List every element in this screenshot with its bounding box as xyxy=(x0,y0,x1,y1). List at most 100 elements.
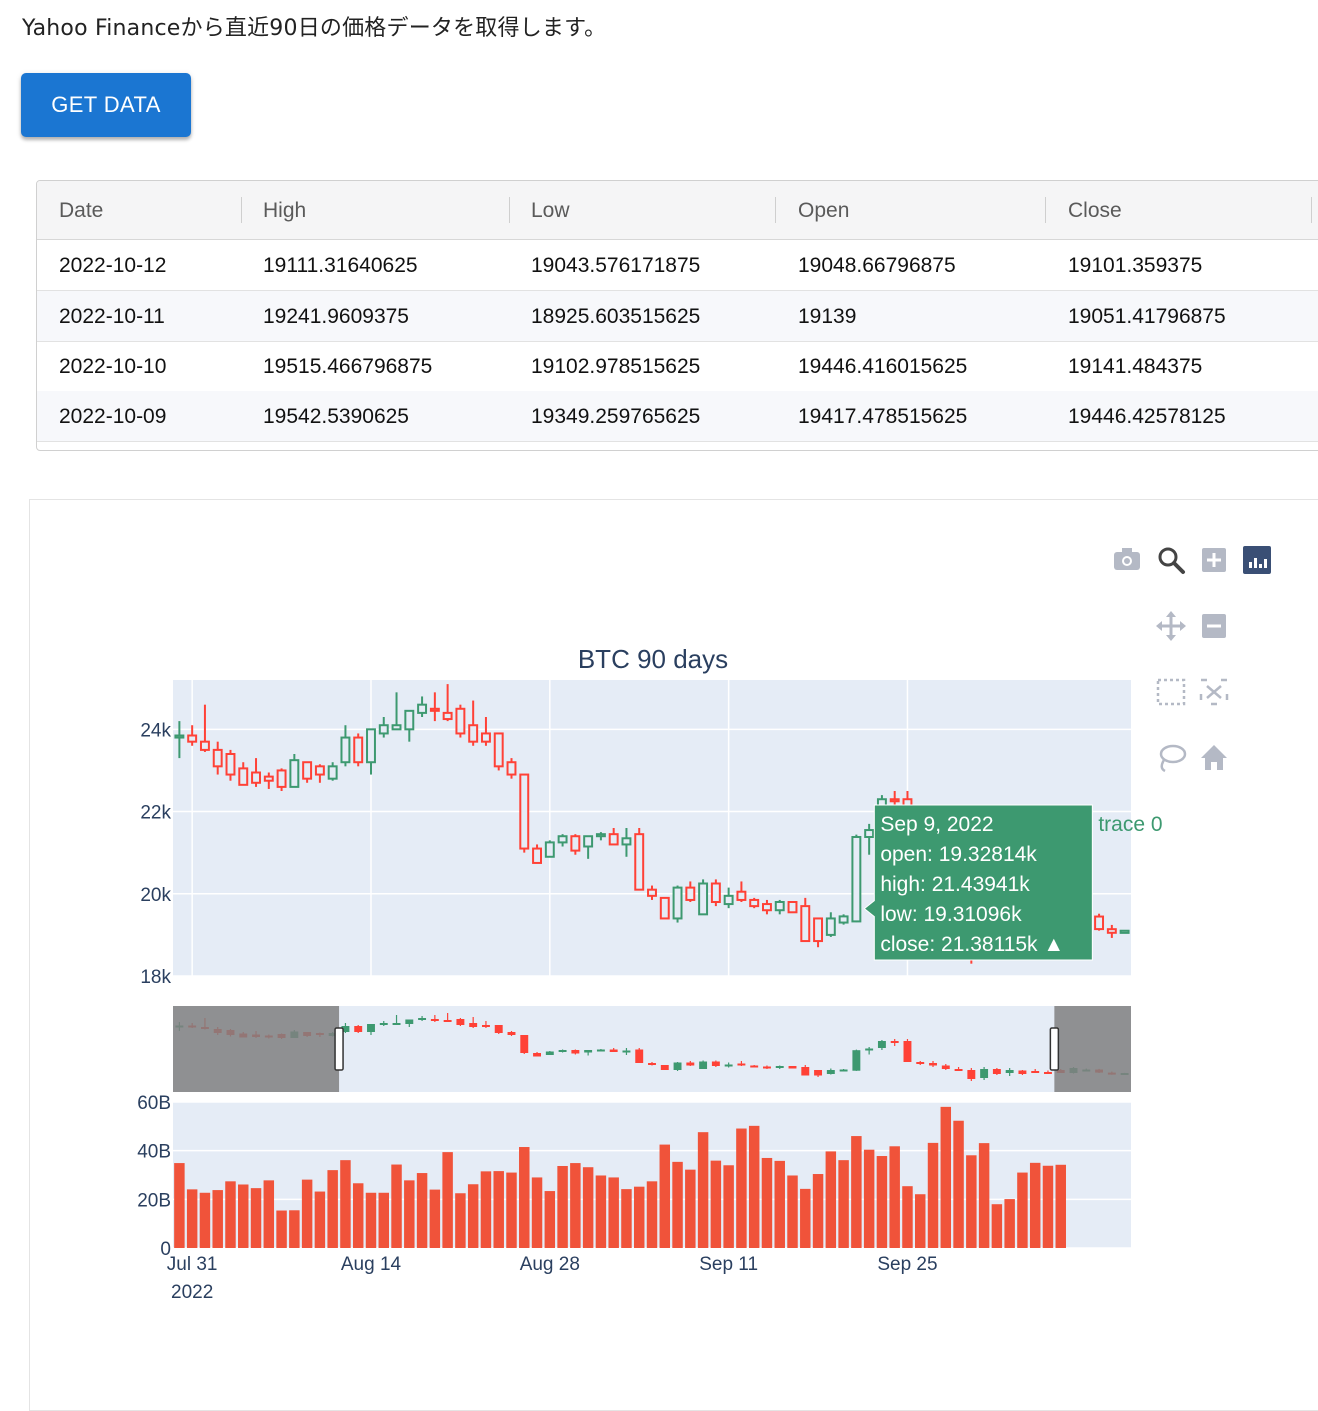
volume-bar[interactable] xyxy=(570,1163,581,1248)
volume-bar[interactable] xyxy=(327,1170,338,1248)
column-separator[interactable] xyxy=(241,197,242,223)
volume-bar[interactable] xyxy=(212,1190,223,1248)
volume-bar[interactable] xyxy=(774,1160,785,1248)
volume-bar[interactable] xyxy=(787,1175,798,1248)
table-row[interactable]: 2022-10-10 19515.466796875 19102.9785156… xyxy=(37,341,1318,392)
volume-bar[interactable] xyxy=(289,1210,300,1248)
table-row[interactable]: 2022-10-09 19542.5390625 19349.259765625… xyxy=(37,391,1318,442)
candle[interactable] xyxy=(493,732,504,771)
zoom-icon[interactable] xyxy=(1158,547,1185,574)
volume-bar[interactable] xyxy=(174,1163,185,1248)
volume-bar[interactable] xyxy=(991,1204,1003,1248)
volume-bar[interactable] xyxy=(506,1172,517,1248)
volume-bar[interactable] xyxy=(953,1120,964,1248)
candle[interactable] xyxy=(787,901,798,914)
candle[interactable] xyxy=(1119,929,1130,934)
volume-bar[interactable] xyxy=(838,1160,849,1248)
volume-bar[interactable] xyxy=(416,1173,428,1248)
candle[interactable] xyxy=(659,896,670,920)
volume-bar[interactable] xyxy=(455,1193,466,1248)
autoscale-icon[interactable] xyxy=(1199,678,1229,706)
volume-bar[interactable] xyxy=(659,1144,671,1248)
volume-bar[interactable] xyxy=(276,1210,287,1248)
camera-icon[interactable] xyxy=(1114,548,1140,570)
lasso-icon[interactable] xyxy=(1159,744,1187,773)
table-row[interactable]: 2022-10-11 19241.9609375 18925.603515625… xyxy=(37,291,1318,342)
volume-bar[interactable] xyxy=(889,1146,900,1248)
volume-bar[interactable] xyxy=(1029,1162,1041,1248)
bar-chart-icon[interactable] xyxy=(1243,546,1271,574)
volume-bar[interactable] xyxy=(812,1174,824,1248)
volume-bar[interactable] xyxy=(1017,1172,1028,1248)
range-slider-handle-left[interactable] xyxy=(334,1027,344,1071)
volume-bar[interactable] xyxy=(902,1186,913,1248)
range-slider-handle-right[interactable] xyxy=(1049,1027,1060,1071)
volume-bar[interactable] xyxy=(365,1192,377,1248)
candle[interactable] xyxy=(838,914,849,925)
volume-bar[interactable] xyxy=(736,1128,747,1248)
volume-bar[interactable] xyxy=(876,1156,888,1248)
volume-bar[interactable] xyxy=(544,1191,556,1248)
pan-icon[interactable] xyxy=(1156,611,1186,641)
box-select-icon[interactable] xyxy=(1156,678,1186,706)
volume-bar[interactable] xyxy=(250,1188,262,1248)
candle[interactable] xyxy=(544,840,555,858)
volume-bar[interactable] xyxy=(519,1147,530,1248)
btc-chart[interactable]: BTC 90 days 18k20k22k24k 020B40B60B Jul … xyxy=(30,500,1318,1400)
candle[interactable] xyxy=(353,733,364,767)
volume-bar[interactable] xyxy=(442,1152,453,1248)
volume-bar[interactable] xyxy=(1055,1164,1066,1248)
volume-bar[interactable] xyxy=(186,1189,198,1248)
volume-bar[interactable] xyxy=(672,1161,683,1248)
volume-bar[interactable] xyxy=(966,1155,977,1248)
volume-bar[interactable] xyxy=(480,1171,492,1248)
volume-bar[interactable] xyxy=(621,1189,632,1248)
candle[interactable] xyxy=(749,897,760,909)
volume-bar[interactable] xyxy=(314,1191,326,1248)
volume-bar[interactable] xyxy=(608,1177,619,1248)
candle[interactable] xyxy=(276,768,287,791)
candle[interactable] xyxy=(710,879,721,907)
volume-bar[interactable] xyxy=(710,1160,722,1248)
table-row[interactable]: 2022-10-12 19111.31640625 19043.57617187… xyxy=(37,240,1318,291)
volume-bar[interactable] xyxy=(940,1106,952,1248)
volume-bar[interactable] xyxy=(800,1188,811,1248)
volume-bar[interactable] xyxy=(225,1181,236,1248)
candle[interactable] xyxy=(851,834,862,923)
volume-bar[interactable] xyxy=(263,1180,275,1248)
column-header-low[interactable]: Low xyxy=(531,199,570,223)
volume-bar[interactable] xyxy=(404,1180,415,1248)
home-icon[interactable] xyxy=(1201,745,1227,770)
column-header-high[interactable]: High xyxy=(263,199,306,223)
volume-bar[interactable] xyxy=(352,1183,364,1248)
column-separator[interactable] xyxy=(1311,197,1312,223)
volume-bar[interactable] xyxy=(493,1171,504,1248)
zoom-out-icon[interactable] xyxy=(1202,614,1226,638)
column-header-open[interactable]: Open xyxy=(798,199,849,223)
volume-bar[interactable] xyxy=(1004,1199,1015,1248)
volume-bar[interactable] xyxy=(978,1143,990,1248)
candle[interactable] xyxy=(672,885,683,923)
column-separator[interactable] xyxy=(1045,197,1046,223)
volume-bar[interactable] xyxy=(723,1165,734,1248)
volume-bar[interactable] xyxy=(340,1160,351,1248)
volume-bar[interactable] xyxy=(582,1167,594,1248)
volume-bar[interactable] xyxy=(825,1151,837,1248)
candle[interactable] xyxy=(1094,913,1105,931)
volume-bar[interactable] xyxy=(1042,1165,1054,1248)
column-header-close[interactable]: Close xyxy=(1068,199,1122,223)
column-separator[interactable] xyxy=(509,197,510,223)
volume-bar[interactable] xyxy=(238,1184,249,1248)
range-slider[interactable] xyxy=(173,1006,1131,1092)
volume-bar[interactable] xyxy=(378,1192,389,1248)
volume-bar[interactable] xyxy=(557,1165,568,1248)
volume-bar[interactable] xyxy=(697,1132,709,1248)
volume-bar[interactable] xyxy=(761,1157,773,1248)
volume-bar[interactable] xyxy=(915,1194,926,1248)
volume-bar[interactable] xyxy=(633,1186,645,1248)
candle[interactable] xyxy=(519,773,530,853)
column-separator[interactable] xyxy=(775,197,776,223)
candle[interactable] xyxy=(634,828,645,891)
volume-bar[interactable] xyxy=(863,1149,875,1248)
candle[interactable] xyxy=(455,704,466,738)
